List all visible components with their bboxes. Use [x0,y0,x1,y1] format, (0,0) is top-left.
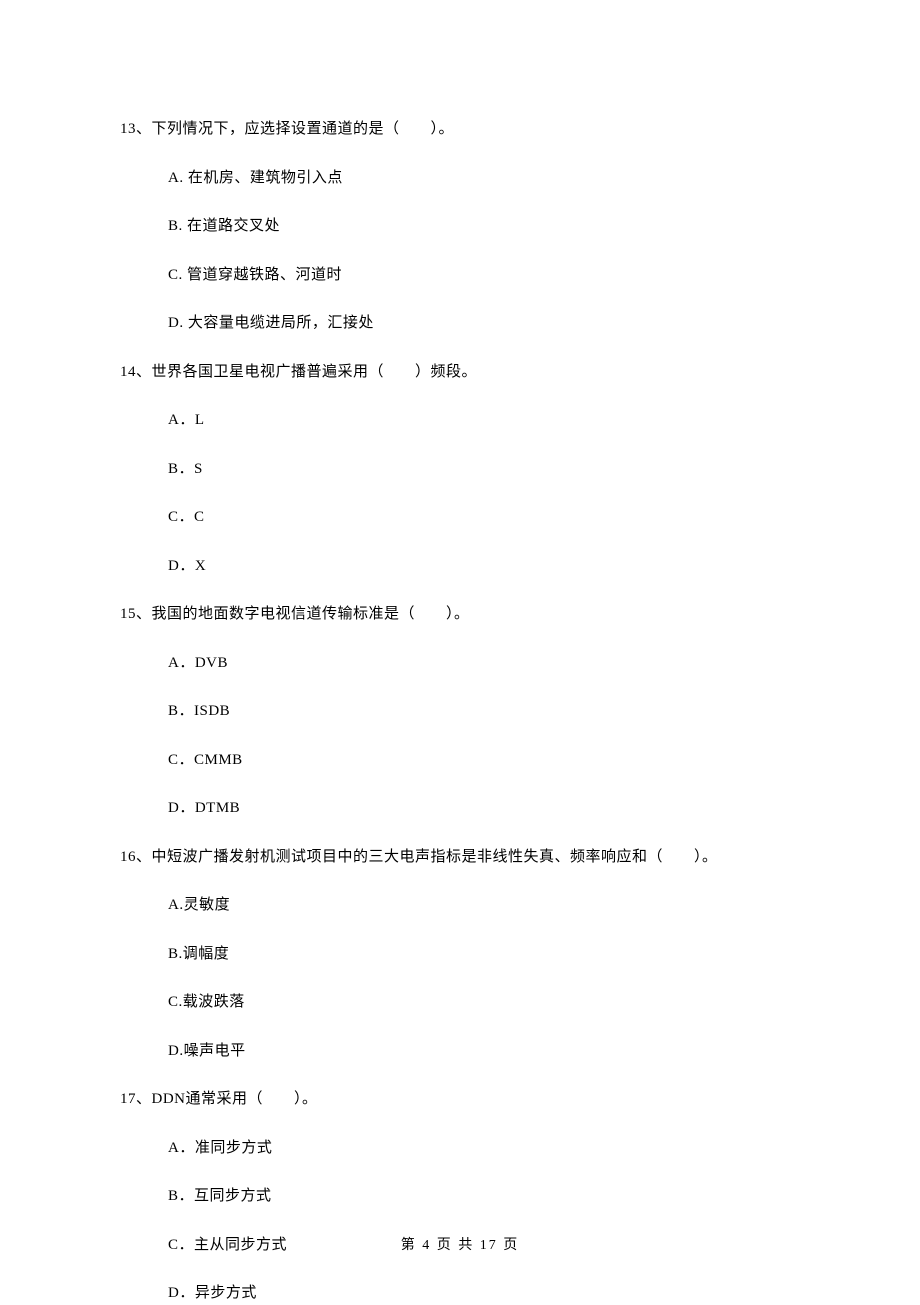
question-15: 15、我国的地面数字电视信道传输标准是（ ）。 A．DVB B．ISDB C．C… [120,603,800,820]
option-d: D．异步方式 [168,1282,800,1305]
question-text: 17、DDN通常采用（ ）。 [120,1088,800,1111]
option-d: D.噪声电平 [168,1040,800,1063]
question-text: 14、世界各国卫星电视广播普遍采用（ ）频段。 [120,361,800,384]
option-b: B．S [168,458,800,481]
option-a: A．L [168,409,800,432]
option-a: A．准同步方式 [168,1137,800,1160]
option-a: A．DVB [168,652,800,675]
question-16: 16、中短波广播发射机测试项目中的三大电声指标是非线性失真、频率响应和（ ）。 … [120,846,800,1063]
option-a: A. 在机房、建筑物引入点 [168,167,800,190]
option-c: C. 管道穿越铁路、河道时 [168,264,800,287]
option-b: B．ISDB [168,700,800,723]
page-footer: 第 4 页 共 17 页 [0,1234,920,1254]
question-text: 16、中短波广播发射机测试项目中的三大电声指标是非线性失真、频率响应和（ ）。 [120,846,800,869]
option-d: D．X [168,555,800,578]
option-c: C．C [168,506,800,529]
question-13: 13、下列情况下，应选择设置通道的是（ ）。 A. 在机房、建筑物引入点 B. … [120,118,800,335]
page-content: 13、下列情况下，应选择设置通道的是（ ）。 A. 在机房、建筑物引入点 B. … [0,0,920,1305]
option-b: B. 在道路交叉处 [168,215,800,238]
option-c: C．CMMB [168,749,800,772]
question-14: 14、世界各国卫星电视广播普遍采用（ ）频段。 A．L B．S C．C D．X [120,361,800,578]
option-a: A.灵敏度 [168,894,800,917]
option-d: D. 大容量电缆进局所，汇接处 [168,312,800,335]
option-b: B.调幅度 [168,943,800,966]
option-d: D．DTMB [168,797,800,820]
question-17: 17、DDN通常采用（ ）。 A．准同步方式 B．互同步方式 C．主从同步方式 … [120,1088,800,1305]
question-text: 15、我国的地面数字电视信道传输标准是（ ）。 [120,603,800,626]
option-b: B．互同步方式 [168,1185,800,1208]
question-text: 13、下列情况下，应选择设置通道的是（ ）。 [120,118,800,141]
option-c: C.载波跌落 [168,991,800,1014]
